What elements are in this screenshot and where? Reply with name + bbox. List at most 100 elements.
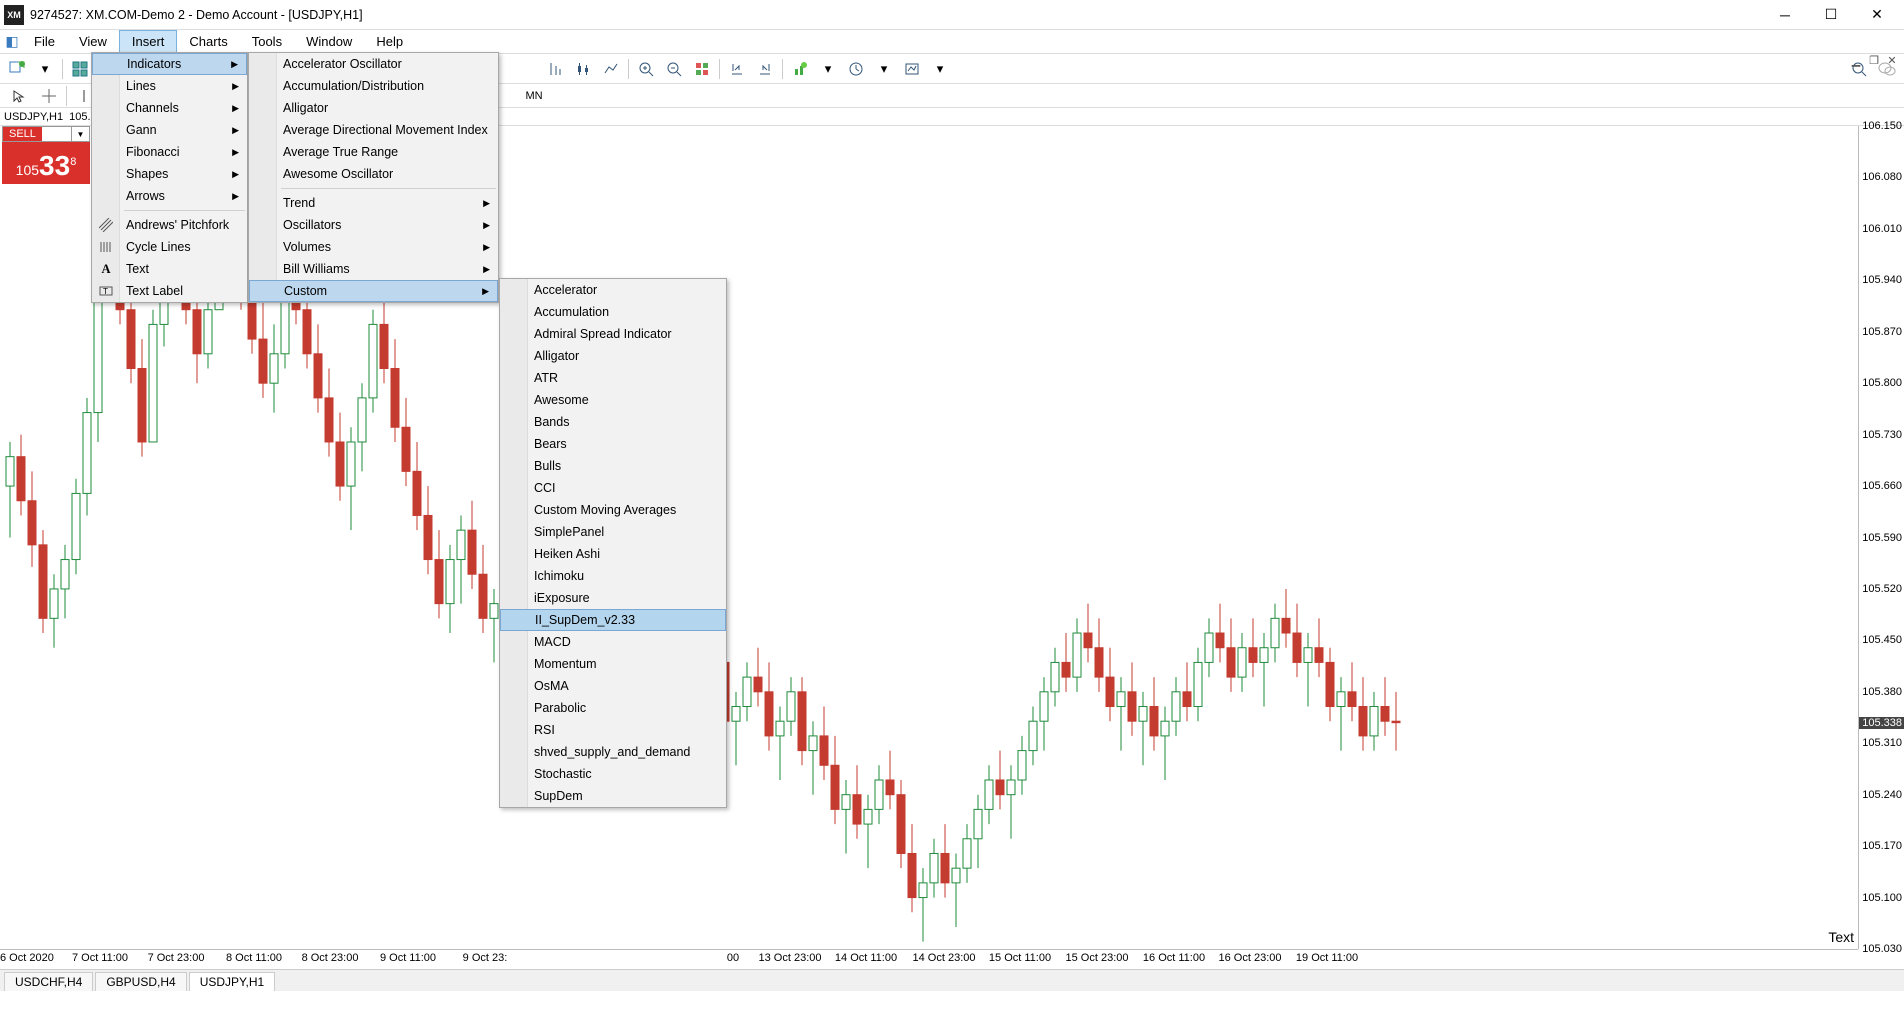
menu-item-channels[interactable]: Channels▶ [92,97,247,119]
zoom-in-button[interactable] [633,57,659,81]
chart-text-annotation[interactable]: Text [1828,929,1854,945]
chart-tab[interactable]: GBPUSD,H4 [95,972,186,991]
menu-item-cycle-lines[interactable]: Cycle Lines [92,236,247,258]
menu-item-macd[interactable]: MACD [500,631,726,653]
app-menu-icon[interactable]: ◧ [2,30,22,53]
mdi-minimize-button[interactable]: ▁ [1848,54,1864,67]
menu-item-heiken-ashi[interactable]: Heiken Ashi [500,543,726,565]
menu-item-atr[interactable]: ATR [500,367,726,389]
crosshair-tool[interactable] [34,86,64,106]
menu-help[interactable]: Help [364,30,415,53]
menu-item-momentum[interactable]: Momentum [500,653,726,675]
menu-item-admiral-spread-indicator[interactable]: Admiral Spread Indicator [500,323,726,345]
cursor-tool[interactable] [4,86,34,106]
sell-price[interactable]: 105 33 8 [2,142,90,184]
menu-item-accumulation[interactable]: Accumulation [500,301,726,323]
menu-item-trend[interactable]: Trend▶ [249,192,498,214]
line-chart-button[interactable] [598,57,624,81]
menu-item-simplepanel[interactable]: SimplePanel [500,521,726,543]
menu-file[interactable]: File [22,30,67,53]
time-tick: 6 Oct 2020 [0,952,54,964]
chart-tab[interactable]: USDJPY,H1 [189,972,275,991]
menu-view[interactable]: View [67,30,119,53]
menu-item-shved-supply-and-demand[interactable]: shved_supply_and_demand [500,741,726,763]
submenu-arrow-icon: ▶ [231,59,238,70]
menu-item-custom-moving-averages[interactable]: Custom Moving Averages [500,499,726,521]
sell-label[interactable]: SELL [3,127,42,141]
submenu-arrow-icon: ▶ [483,220,490,231]
menu-item-awesome-oscillator[interactable]: Awesome Oscillator [249,163,498,185]
price-tick: 105.100 [1862,892,1902,904]
chart-shift-button[interactable] [752,57,778,81]
menu-item-alligator[interactable]: Alligator [500,345,726,367]
mdi-restore-button[interactable]: ❐ [1866,54,1882,67]
price-tick: 106.010 [1862,223,1902,235]
menu-charts[interactable]: Charts [177,30,239,53]
menu-item-awesome[interactable]: Awesome [500,389,726,411]
menu-item-stochastic[interactable]: Stochastic [500,763,726,785]
menu-item-rsi[interactable]: RSI [500,719,726,741]
menu-item-oscillators[interactable]: Oscillators▶ [249,214,498,236]
menu-window[interactable]: Window [294,30,364,53]
minimize-button[interactable]: ─ [1762,0,1808,30]
menu-item-arrows[interactable]: Arrows▶ [92,185,247,207]
sell-dropdown-icon[interactable]: ▼ [71,127,89,141]
menu-item-average-directional-movement-index[interactable]: Average Directional Movement Index [249,119,498,141]
menu-item-accelerator[interactable]: Accelerator [500,279,726,301]
menu-item-cci[interactable]: CCI [500,477,726,499]
menu-item-iexposure[interactable]: iExposure [500,587,726,609]
menu-item-ichimoku[interactable]: Ichimoku [500,565,726,587]
menu-insert[interactable]: Insert [119,30,178,53]
close-button[interactable]: ✕ [1854,0,1900,30]
price-tick: 105.240 [1862,789,1902,801]
menu-item-accelerator-oscillator[interactable]: Accelerator Oscillator [249,53,498,75]
periodicity-button[interactable] [843,57,869,81]
periodicity-dropdown[interactable]: ▾ [871,57,897,81]
chart-tab[interactable]: USDCHF,H4 [4,972,93,991]
templates-button[interactable] [899,57,925,81]
textlabel-icon: T [92,280,120,302]
menu-item-alligator[interactable]: Alligator [249,97,498,119]
tb-dropdown-1[interactable]: ▾ [32,57,58,81]
arrange-windows-button[interactable] [67,57,93,81]
menu-item-accumulation-distribution[interactable]: Accumulation/Distribution [249,75,498,97]
menu-item-shapes[interactable]: Shapes▶ [92,163,247,185]
candle-chart-button[interactable] [570,57,596,81]
tile-button[interactable] [689,57,715,81]
menu-item-lines[interactable]: Lines▶ [92,75,247,97]
menu-item-bulls[interactable]: Bulls [500,455,726,477]
menu-tools[interactable]: Tools [240,30,294,53]
time-tick: 9 Oct 23: [463,952,508,964]
menu-item-volumes[interactable]: Volumes▶ [249,236,498,258]
price-current-marker: 105.338 [1859,717,1904,729]
menu-item-bill-williams[interactable]: Bill Williams▶ [249,258,498,280]
templates-dropdown[interactable]: ▾ [927,57,953,81]
indicators-dropdown[interactable]: ▾ [815,57,841,81]
menu-item-osma[interactable]: OsMA [500,675,726,697]
new-order-button[interactable] [4,57,30,81]
submenu-arrow-icon: ▶ [232,103,239,114]
menu-item-text[interactable]: TextA [92,258,247,280]
menu-item-ii-supdem-v2-33[interactable]: II_SupDem_v2.33 [500,609,726,631]
time-tick: 16 Oct 23:00 [1219,952,1282,964]
zoom-out-button[interactable] [661,57,687,81]
menu-item-supdem[interactable]: SupDem [500,785,726,807]
mdi-close-button[interactable]: ✕ [1884,54,1900,67]
indicators-button[interactable] [787,57,813,81]
menu-item-fibonacci[interactable]: Fibonacci▶ [92,141,247,163]
submenu-arrow-icon: ▶ [483,198,490,209]
menu-item-custom[interactable]: Custom▶ [249,280,498,302]
price-tick: 105.940 [1862,274,1902,286]
menu-item-parabolic[interactable]: Parabolic [500,697,726,719]
menu-item-bands[interactable]: Bands [500,411,726,433]
menu-item-indicators[interactable]: Indicators▶ [92,53,247,75]
auto-scroll-button[interactable] [724,57,750,81]
menu-item-gann[interactable]: Gann▶ [92,119,247,141]
menu-item-text-label[interactable]: Text LabelT [92,280,247,302]
menu-item-average-true-range[interactable]: Average True Range [249,141,498,163]
bar-chart-button[interactable] [542,57,568,81]
menu-item-andrews-pitchfork[interactable]: Andrews' Pitchfork [92,214,247,236]
maximize-button[interactable]: ☐ [1808,0,1854,30]
timeframe-mn[interactable]: MN [519,86,549,106]
menu-item-bears[interactable]: Bears [500,433,726,455]
